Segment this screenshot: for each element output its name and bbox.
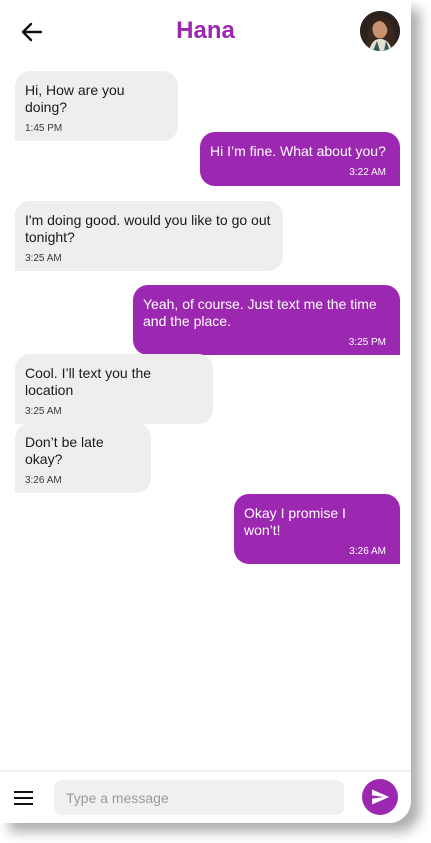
message-timestamp: 3:22 AM — [349, 167, 386, 178]
message-text: Don’t be late okay? — [25, 434, 104, 467]
message-text: Hi I’m fine. What about you? — [210, 143, 386, 159]
message-list[interactable]: Hi, How are you doing? 1:45 PM Hi I’m fine… — [0, 0, 411, 760]
message-timestamp: 3:25 AM — [25, 253, 62, 264]
composer-bar — [0, 772, 411, 823]
hamburger-menu-icon[interactable] — [13, 788, 35, 808]
message-input[interactable] — [54, 780, 344, 815]
message-timestamp: 1:45 PM — [25, 123, 63, 134]
send-button[interactable] — [362, 779, 398, 815]
incoming-message[interactable]: Hi, How are you doing? 1:45 PM — [15, 71, 178, 141]
incoming-message[interactable]: Don’t be late okay? 3:26 AM — [15, 423, 151, 493]
chat-screen: Hana Hi, How are you doing? 1:45 PM Hi I’m… — [0, 0, 411, 823]
message-text: Cool. I’ll text you the location — [25, 365, 152, 398]
message-text: I'm doing good. would you like to go out… — [25, 212, 271, 245]
message-timestamp: 3:25 PM — [348, 337, 386, 348]
message-timestamp: 3:26 AM — [349, 546, 386, 557]
message-timestamp: 3:26 AM — [25, 475, 62, 486]
incoming-message[interactable]: Cool. I’ll text you the location 3:25 AM — [15, 354, 213, 424]
message-text: Yeah, of course. Just text me the time a… — [143, 296, 377, 329]
send-icon — [372, 789, 390, 805]
message-text: Hi, How are you doing? — [25, 82, 125, 115]
outgoing-message[interactable]: Okay I promise I won’t! 3:26 AM — [234, 494, 400, 564]
outgoing-message[interactable]: Yeah, of course. Just text me the time a… — [133, 285, 400, 355]
message-text: Okay I promise I won’t! — [244, 505, 346, 538]
incoming-message[interactable]: I'm doing good. would you like to go out… — [15, 201, 283, 271]
outgoing-message[interactable]: Hi I’m fine. What about you? 3:22 AM — [200, 132, 400, 186]
message-timestamp: 3:25 AM — [25, 406, 62, 417]
